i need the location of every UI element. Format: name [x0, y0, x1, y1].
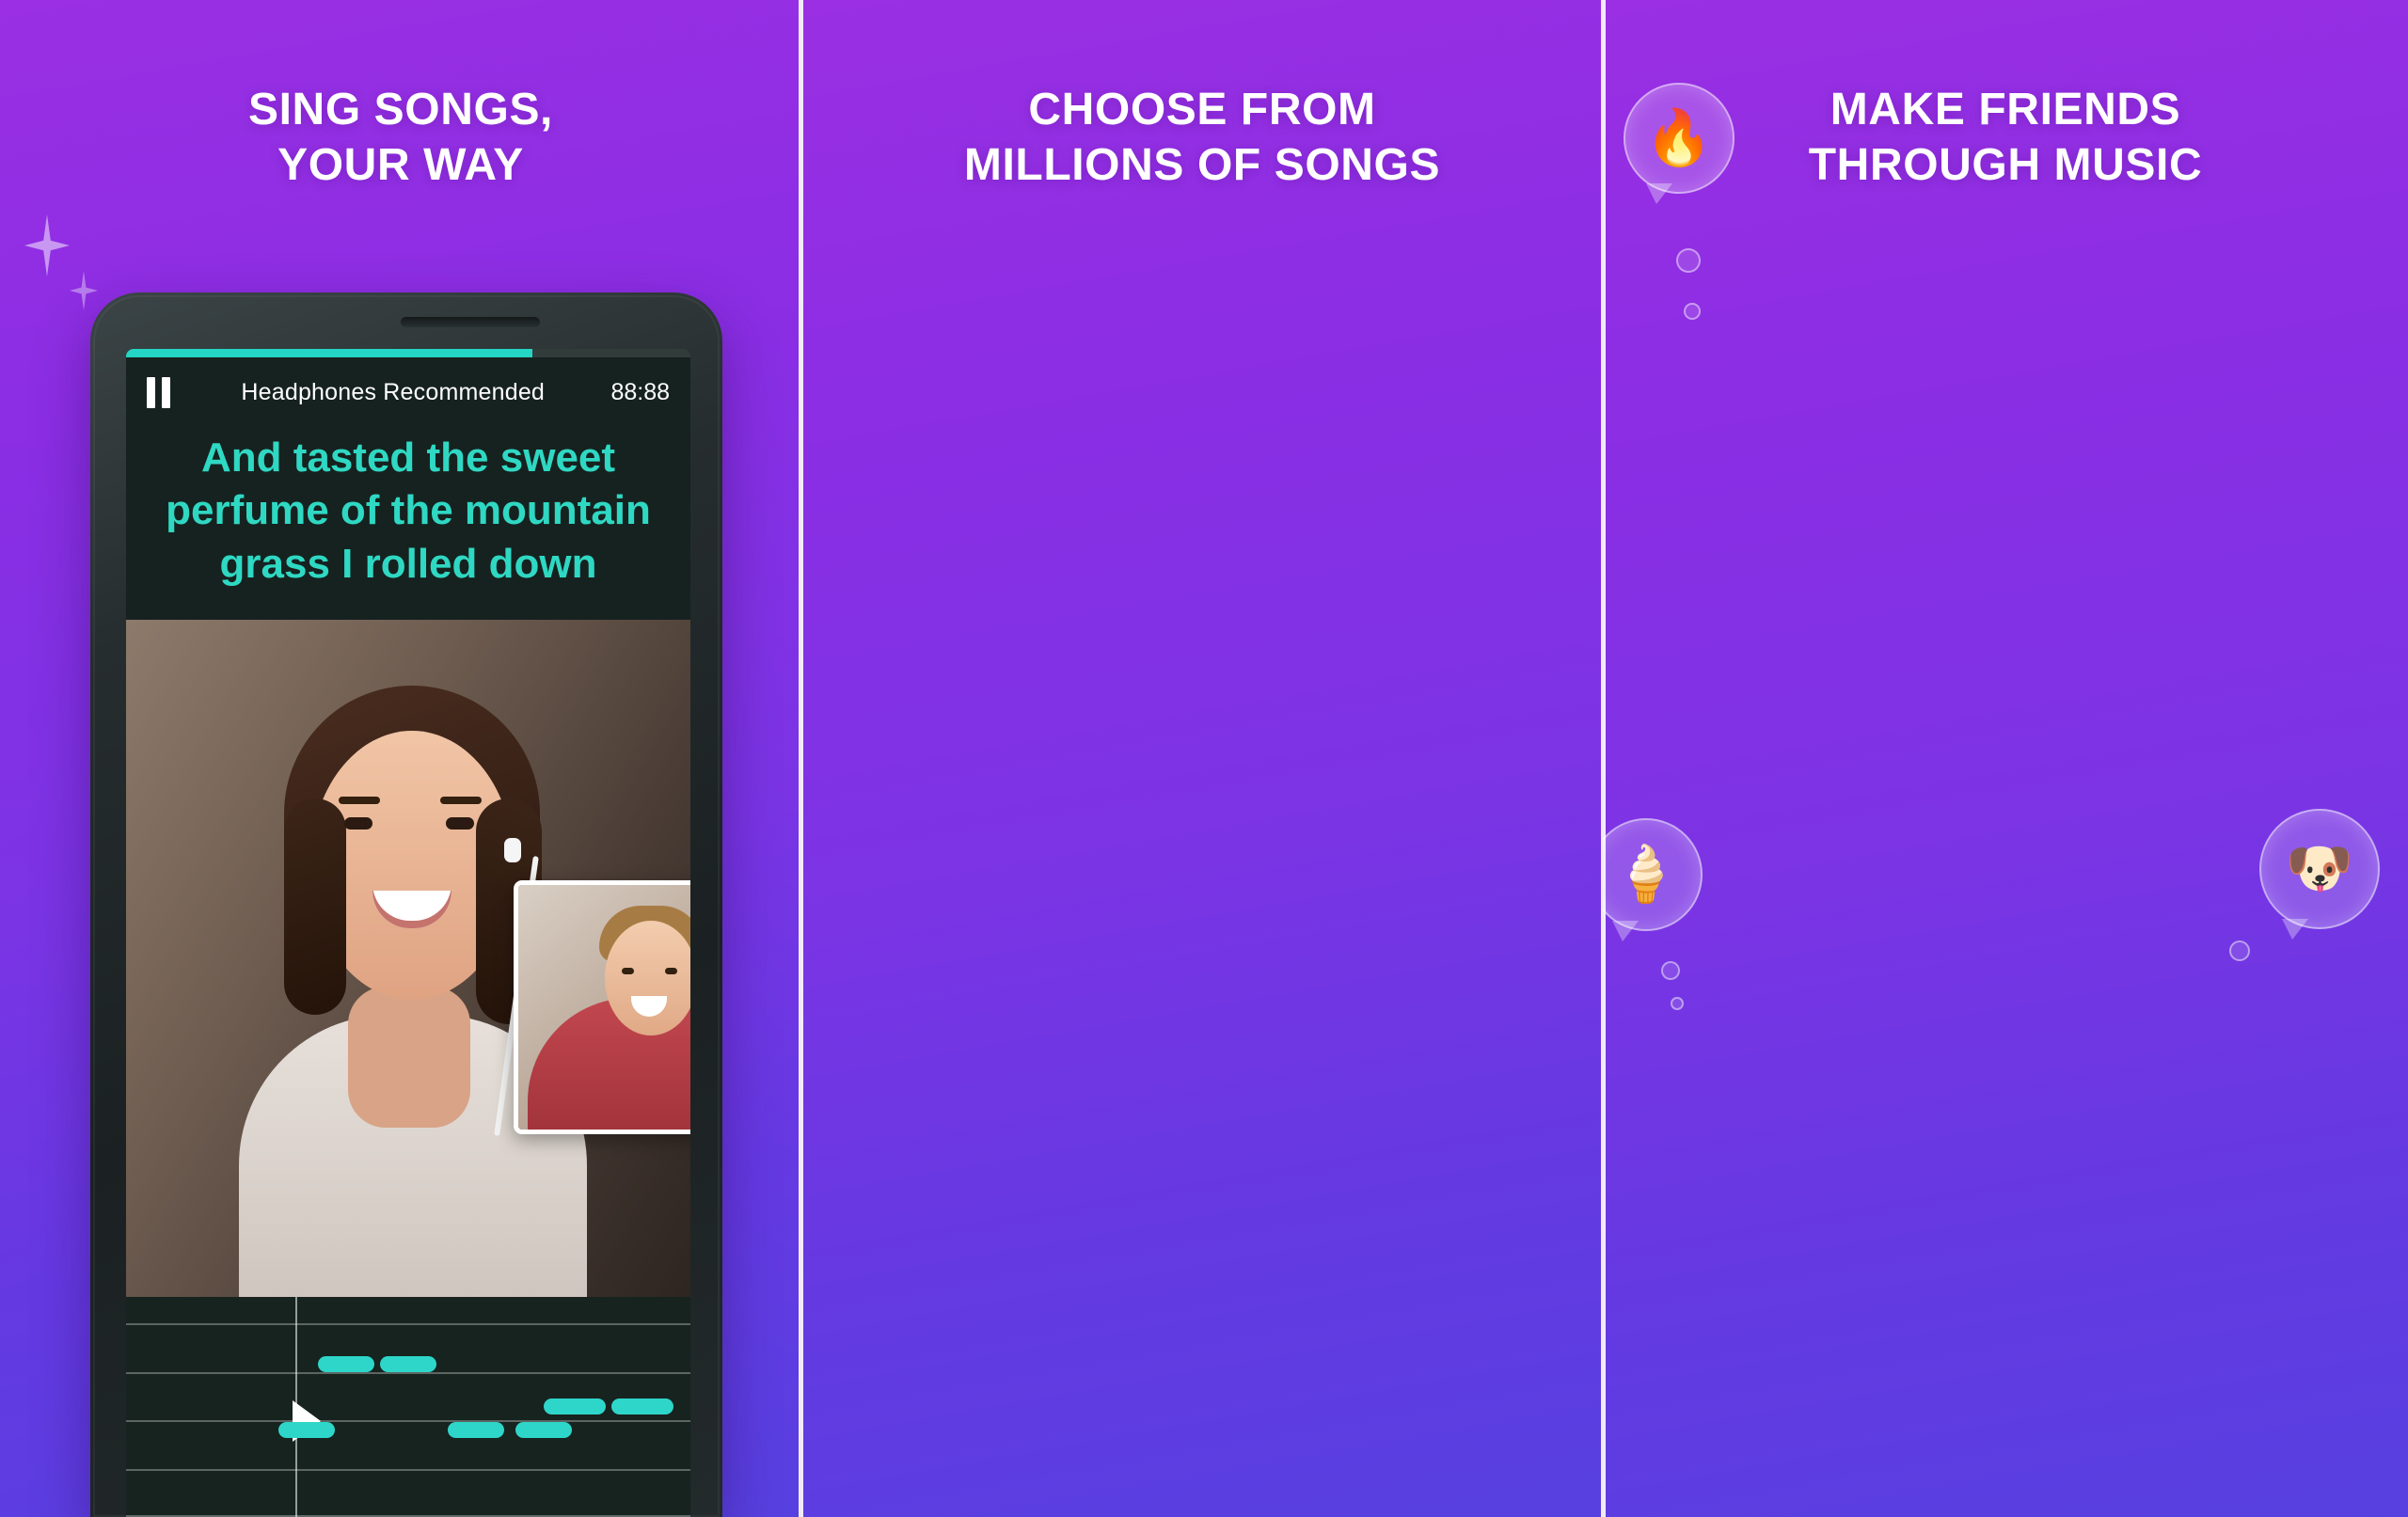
screenshot-stage: SING SONGS, YOUR WAY Headphones Recommen…: [0, 0, 2408, 1517]
ice-cream-icon: 🍦: [1611, 844, 1681, 905]
pitch-note: [380, 1356, 436, 1373]
duet-partner-video[interactable]: [514, 880, 690, 1134]
song-timer: 88:88: [610, 378, 670, 405]
pause-icon[interactable]: [147, 376, 175, 408]
sing-screen: Headphones Recommended 88:88 And tasted …: [126, 349, 690, 1517]
ice-cream-emoji-bubble: 🍦: [1603, 818, 1703, 941]
promo-panel-friends: MAKE FRIENDS THROUGH MUSIC 🔥 🍦 🐶 12:3: [1603, 0, 2408, 1517]
headphones-status-text: Headphones Recommended: [241, 378, 546, 405]
lyric-line: perfume of the mountain: [166, 487, 651, 534]
corgi-heart-emoji-bubble: 🐶: [2259, 809, 2380, 940]
lyric-line: grass I rolled down: [219, 540, 597, 587]
lyric-line: And tasted the sweet: [200, 435, 616, 481]
bubble-dot: [1684, 303, 1701, 320]
bubble-dot: [1661, 961, 1680, 980]
headline-line-2: YOUR WAY: [277, 139, 524, 190]
promo-panel-sing: SING SONGS, YOUR WAY Headphones Recommen…: [0, 0, 801, 1517]
song-progress-track[interactable]: [126, 349, 690, 357]
panel-headline: CHOOSE FROM MILLIONS OF SONGS: [801, 83, 1603, 193]
headline-line-2: MILLIONS OF SONGS: [963, 139, 1441, 190]
sparkle-icon: [70, 271, 98, 310]
pitch-note: [448, 1422, 504, 1439]
panel-headline: SING SONGS, YOUR WAY: [0, 83, 801, 193]
corgi-icon: 🐶: [2285, 838, 2354, 899]
bubble-dot: [2229, 940, 2250, 961]
fire-icon: 🔥: [1644, 107, 1714, 168]
pitch-note: [515, 1422, 572, 1439]
song-progress-fill: [126, 349, 532, 357]
bubble-dot: [1671, 997, 1684, 1010]
promo-panel-choose: CHOOSE FROM MILLIONS OF SONGS Tell us wh…: [801, 0, 1603, 1517]
sparkle-icon: [24, 214, 70, 277]
pitch-note: [611, 1398, 673, 1414]
pitch-note: [318, 1356, 374, 1373]
panel-divider: [1601, 0, 1606, 1517]
phone-speaker: [401, 317, 540, 327]
lyrics-area: And tasted the sweet perfume of the moun…: [126, 432, 690, 620]
headline-line-1: CHOOSE FROM: [1028, 85, 1376, 134]
bubble-dot: [1676, 248, 1701, 273]
sing-top-bar: Headphones Recommended 88:88: [126, 357, 690, 427]
pitch-track: [126, 1297, 690, 1517]
phone-mockup-sing: Headphones Recommended 88:88 And tasted …: [90, 292, 722, 1517]
headline-line-1: SING SONGS,: [248, 85, 553, 134]
pitch-note: [278, 1422, 335, 1439]
fire-emoji-bubble: 🔥: [1624, 83, 1735, 204]
panel-divider: [799, 0, 803, 1517]
pitch-note: [544, 1398, 606, 1414]
